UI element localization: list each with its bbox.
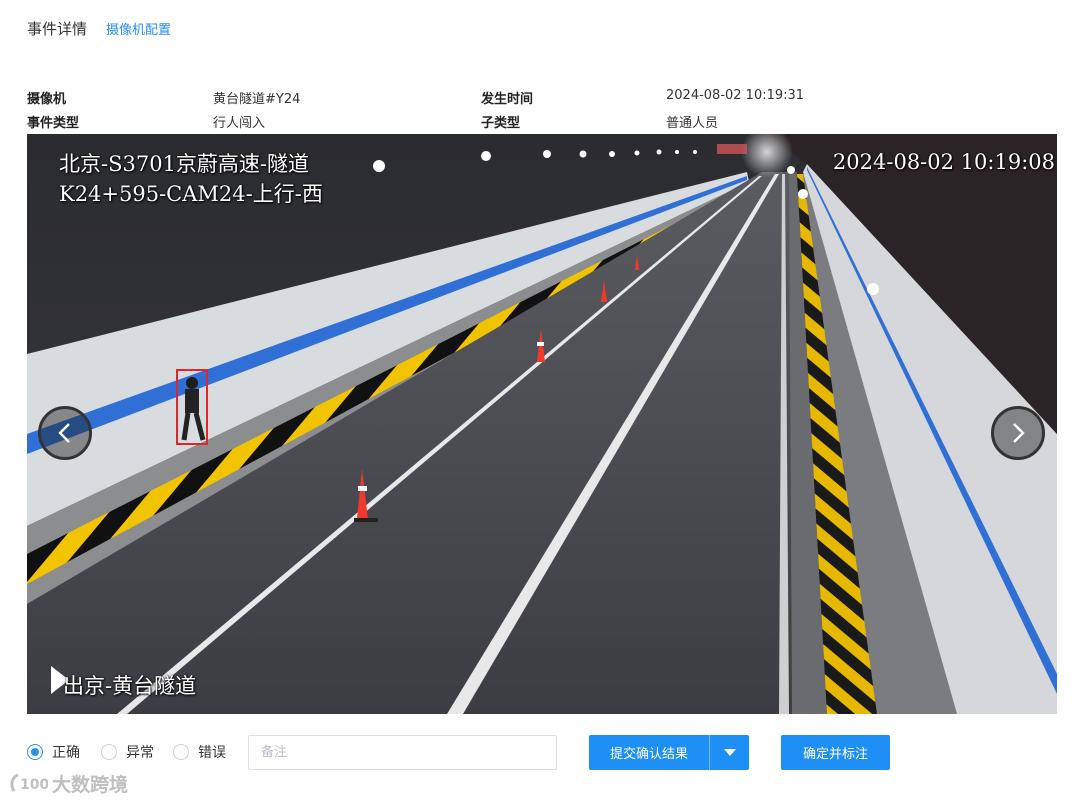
confirm-and-label-label: 确定并标注 — [802, 747, 868, 762]
info-row: 事件类型 行人闯入 子类型 普通人员 — [0, 112, 1080, 132]
watermark-text: 大数跨境 — [52, 774, 129, 796]
radio-label: 异常 — [126, 745, 154, 761]
camera-value: 黄台隧道#Y24 — [213, 92, 301, 107]
osd-location-line1: 北京-S3701京蔚高速-隧道 — [59, 152, 310, 176]
watermark: 100 大数跨境 — [8, 770, 128, 797]
radio-dot[interactable] — [173, 744, 189, 760]
camera-label: 摄像机 — [27, 92, 67, 107]
osd-timestamp: 2024-08-02 10:19:08 — [832, 150, 1055, 174]
radio-wrong[interactable]: 错误 — [173, 742, 226, 762]
info-row: 摄像机 黄台隧道#Y24 发生时间 2024-08-02 10:19:31 — [0, 88, 1080, 108]
confirm-and-label-button[interactable]: 确定并标注 — [781, 735, 890, 770]
svg-text:100: 100 — [20, 777, 48, 793]
prev-image-button[interactable] — [38, 406, 92, 460]
radio-dot[interactable] — [101, 744, 117, 760]
page-title: 事件详情 — [27, 19, 88, 38]
radio-correct[interactable]: 正确 — [27, 742, 80, 762]
time-value: 2024-08-02 10:19:31 — [666, 88, 805, 103]
subtype-label: 子类型 — [481, 116, 521, 131]
brand-logo-icon: 100 — [10, 773, 48, 793]
caret-down-icon — [723, 748, 736, 756]
review-controls: 正确 异常 错误 提交确认结果 确定并标注 — [0, 730, 1080, 776]
osd-location-line2: K24+595-CAM24-上行-西 — [59, 182, 323, 206]
remark-input[interactable] — [248, 735, 557, 770]
event-type-label: 事件类型 — [27, 116, 80, 131]
event-type-value: 行人闯入 — [213, 116, 266, 131]
chevron-right-icon — [1013, 423, 1025, 443]
next-image-button[interactable] — [991, 406, 1045, 460]
header: 事件详情 摄像机配置 — [27, 16, 171, 40]
camera-config-link[interactable]: 摄像机配置 — [106, 19, 171, 38]
radio-label: 错误 — [198, 745, 226, 761]
tunnel-camera-image — [27, 134, 1057, 714]
time-label: 发生时间 — [481, 92, 534, 107]
chevron-left-icon — [58, 423, 70, 443]
dropdown-toggle[interactable] — [710, 748, 749, 757]
subtype-value: 普通人员 — [666, 116, 719, 131]
radio-label: 正确 — [52, 745, 80, 761]
osd-tunnel-name: 出京-黄台隧道 — [63, 674, 197, 698]
submit-result-button[interactable]: 提交确认结果 — [589, 735, 749, 770]
radio-dot[interactable] — [27, 744, 43, 760]
radio-abnormal[interactable]: 异常 — [101, 742, 154, 762]
event-detail-page: 事件详情 摄像机配置 摄像机 黄台隧道#Y24 发生时间 2024-08-02 … — [0, 0, 1080, 806]
submit-result-label: 提交确认结果 — [609, 747, 688, 762]
video-viewer[interactable]: 北京-S3701京蔚高速-隧道 K24+595-CAM24-上行-西 2024-… — [27, 134, 1057, 714]
